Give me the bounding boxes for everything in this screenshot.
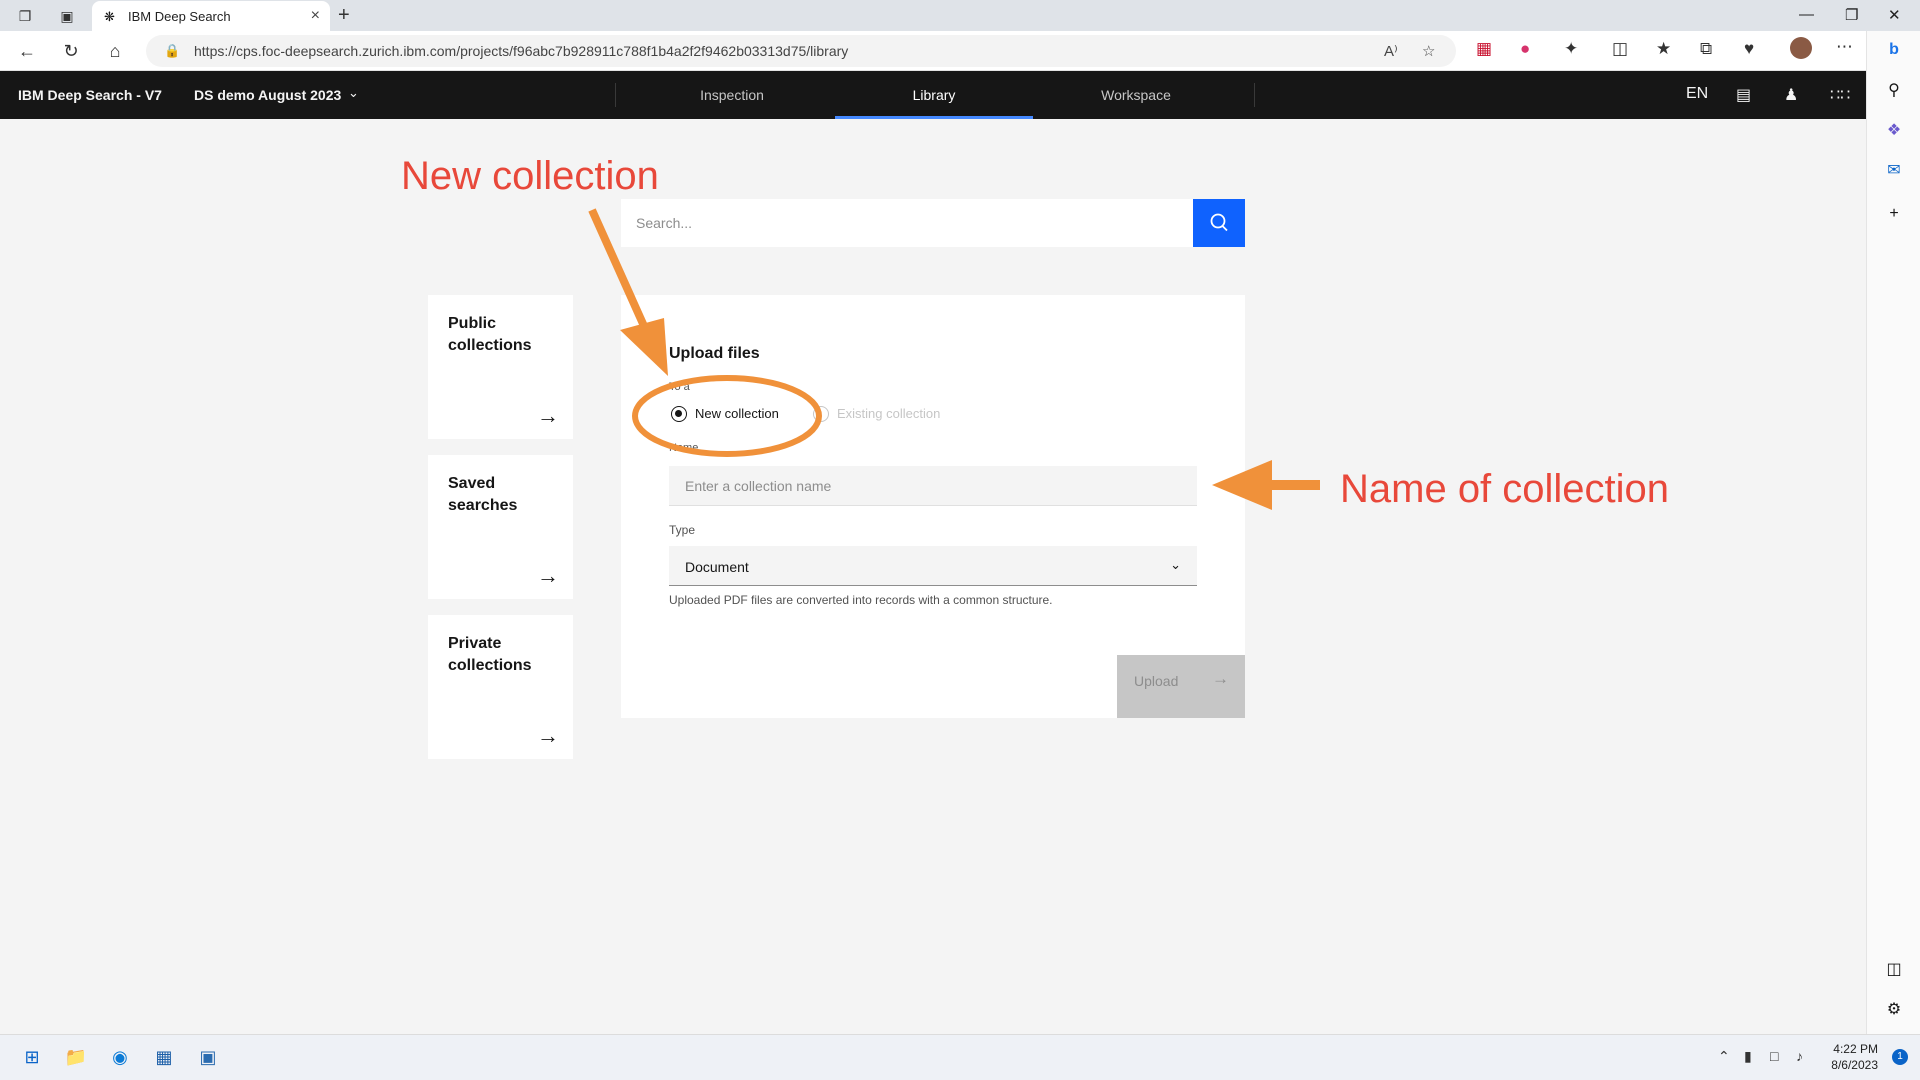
add-sidebar-app-icon[interactable]: + <box>1883 203 1905 225</box>
tab-actions-icon[interactable]: ▣ <box>58 7 76 25</box>
lock-icon[interactable]: 🔒 <box>164 43 180 59</box>
tab-inspection[interactable]: Inspection <box>633 71 831 119</box>
card-title: Private collections <box>448 635 532 674</box>
bing-chat-icon[interactable]: b <box>1883 39 1905 61</box>
read-aloud-icon[interactable]: A⁾ <box>1384 42 1398 60</box>
browser-toolbar: ← ↻ ⌂ 🔒 https://cps.foc-deepsearch.zuric… <box>0 31 1866 71</box>
extension-calendar-icon[interactable]: ▦ <box>1476 39 1492 59</box>
app-header: IBM Deep Search - V7 DS demo August 2023… <box>0 71 1866 119</box>
search-button[interactable] <box>1193 199 1245 247</box>
annotation-name-of-collection: Name of collection <box>1340 467 1670 511</box>
edge-sidebar: b ⚲ ❖ ✉ + ◫ ⚙ <box>1866 31 1920 1034</box>
search-bar[interactable]: Search... <box>621 199 1245 247</box>
windows-start-icon[interactable]: ⊞ <box>19 1044 45 1070</box>
card-title: Public collections <box>448 315 532 354</box>
browser-tab-title: IBM Deep Search <box>128 9 231 24</box>
app-switcher-icon[interactable]: ∷∷ <box>1830 85 1850 105</box>
windows-taskbar: ⊞ 📁 ◉ ▦ ▣ ⌃ ▮ □ ♪ 4:22 PM 8/6/2023 1 <box>0 1034 1920 1080</box>
notification-badge[interactable]: 1 <box>1892 1049 1908 1065</box>
app-brand[interactable]: IBM Deep Search - V7 <box>18 87 162 103</box>
header-divider <box>1254 83 1255 107</box>
saved-searches-card[interactable]: Saved searches → <box>428 455 573 599</box>
minimize-icon[interactable]: — <box>1799 6 1814 23</box>
store-icon[interactable]: ▦ <box>151 1044 177 1070</box>
collections-icon[interactable]: ⧉ <box>1700 39 1712 59</box>
upload-button[interactable]: Upload → <box>1117 655 1245 718</box>
browser-essentials-icon[interactable]: ♥ <box>1744 39 1754 59</box>
card-title: Saved searches <box>448 475 518 514</box>
browser-tab-strip: ❐ ▣ ❋ IBM Deep Search × + — ❐ ✕ <box>0 0 1920 31</box>
upload-panel: Upload files To a New collection Existin… <box>621 295 1245 718</box>
arrow-right-icon: → <box>537 403 559 428</box>
battery-icon[interactable]: ▮ <box>1744 1048 1752 1065</box>
more-options-icon[interactable]: ⋯ <box>1836 37 1853 57</box>
annotation-new-collection: New collection <box>401 154 659 198</box>
extension-badge-icon[interactable]: ● <box>1520 39 1530 59</box>
system-clock[interactable]: 4:22 PM 8/6/2023 <box>1831 1041 1878 1073</box>
copilot-icon[interactable]: ❖ <box>1883 120 1905 142</box>
destination-label: To a <box>669 381 690 393</box>
upload-title: Upload files <box>669 345 760 362</box>
type-select[interactable]: Document ⌄ <box>669 546 1197 586</box>
private-collections-card[interactable]: Private collections → <box>428 615 573 759</box>
radio-selected-icon[interactable] <box>671 406 687 422</box>
radio-label[interactable]: Existing collection <box>837 406 940 421</box>
workspaces-icon[interactable]: ❐ <box>16 7 34 25</box>
clock-date[interactable]: 8/6/2023 <box>1831 1057 1878 1073</box>
upload-button-label[interactable]: Upload <box>1134 673 1178 689</box>
type-label: Type <box>669 523 696 537</box>
browser-tab[interactable]: ❋ IBM Deep Search × <box>92 1 330 31</box>
home-icon[interactable]: ⌂ <box>104 40 126 62</box>
new-tab-icon[interactable]: + <box>338 4 350 27</box>
file-explorer-icon[interactable]: 📁 <box>63 1044 89 1070</box>
network-icon[interactable]: □ <box>1770 1048 1778 1064</box>
project-selector[interactable]: DS demo August 2023 <box>194 87 341 103</box>
search-input[interactable]: Search... <box>636 215 692 231</box>
volume-muted-icon[interactable]: ♪ <box>1796 1048 1803 1064</box>
chevron-down-icon[interactable]: ⌄ <box>1170 557 1181 573</box>
tab-library[interactable]: Library <box>835 71 1033 119</box>
extensions-puzzle-icon[interactable]: ✦ <box>1564 39 1578 59</box>
collection-name-input[interactable] <box>669 466 1197 506</box>
arrow-right-icon: → <box>1212 669 1229 688</box>
app-window-icon[interactable]: ▣ <box>195 1044 221 1070</box>
public-collections-card[interactable]: Public collections → <box>428 295 573 439</box>
favorite-star-icon[interactable]: ☆ <box>1422 42 1435 60</box>
url-text[interactable]: https://cps.foc-deepsearch.zurich.ibm.co… <box>194 43 848 59</box>
sidebar-search-icon[interactable]: ⚲ <box>1883 80 1905 102</box>
arrow-right-icon: → <box>537 723 559 748</box>
edge-browser-icon[interactable]: ◉ <box>107 1044 133 1070</box>
favorites-icon[interactable]: ★ <box>1656 39 1671 59</box>
tray-overflow-icon[interactable]: ⌃ <box>1718 1048 1730 1065</box>
search-icon <box>1210 213 1228 232</box>
radio-label[interactable]: New collection <box>695 406 779 421</box>
header-divider <box>615 83 616 107</box>
radio-unselected-icon[interactable] <box>813 406 829 422</box>
sidebar-settings-icon[interactable]: ⚙ <box>1883 999 1905 1021</box>
refresh-icon[interactable]: ↻ <box>60 40 82 62</box>
split-screen-icon[interactable]: ◫ <box>1612 39 1628 59</box>
chevron-down-icon[interactable]: ⌄ <box>348 85 359 101</box>
ibm-deep-search-favicon-icon: ❋ <box>104 9 115 24</box>
name-label: Name <box>669 442 699 454</box>
clock-time[interactable]: 4:22 PM <box>1831 1041 1878 1057</box>
outlook-icon[interactable]: ✉ <box>1883 160 1905 182</box>
type-select-value[interactable]: Document <box>685 559 749 575</box>
close-window-icon[interactable]: ✕ <box>1888 6 1901 24</box>
restore-icon[interactable]: ❐ <box>1845 6 1858 24</box>
language-selector[interactable]: EN <box>1686 85 1708 103</box>
address-bar[interactable]: 🔒 https://cps.foc-deepsearch.zurich.ibm.… <box>146 35 1456 67</box>
type-helper-text: Uploaded PDF files are converted into re… <box>669 593 1053 607</box>
user-icon[interactable]: ♟ <box>1784 85 1798 105</box>
calendar-icon[interactable]: ▤ <box>1736 85 1751 105</box>
tab-workspace[interactable]: Workspace <box>1037 71 1235 119</box>
arrow-right-icon: → <box>537 563 559 588</box>
close-tab-icon[interactable]: × <box>311 7 320 25</box>
profile-avatar[interactable] <box>1790 37 1812 59</box>
back-icon[interactable]: ← <box>16 40 38 62</box>
hide-sidebar-icon[interactable]: ◫ <box>1883 959 1905 981</box>
